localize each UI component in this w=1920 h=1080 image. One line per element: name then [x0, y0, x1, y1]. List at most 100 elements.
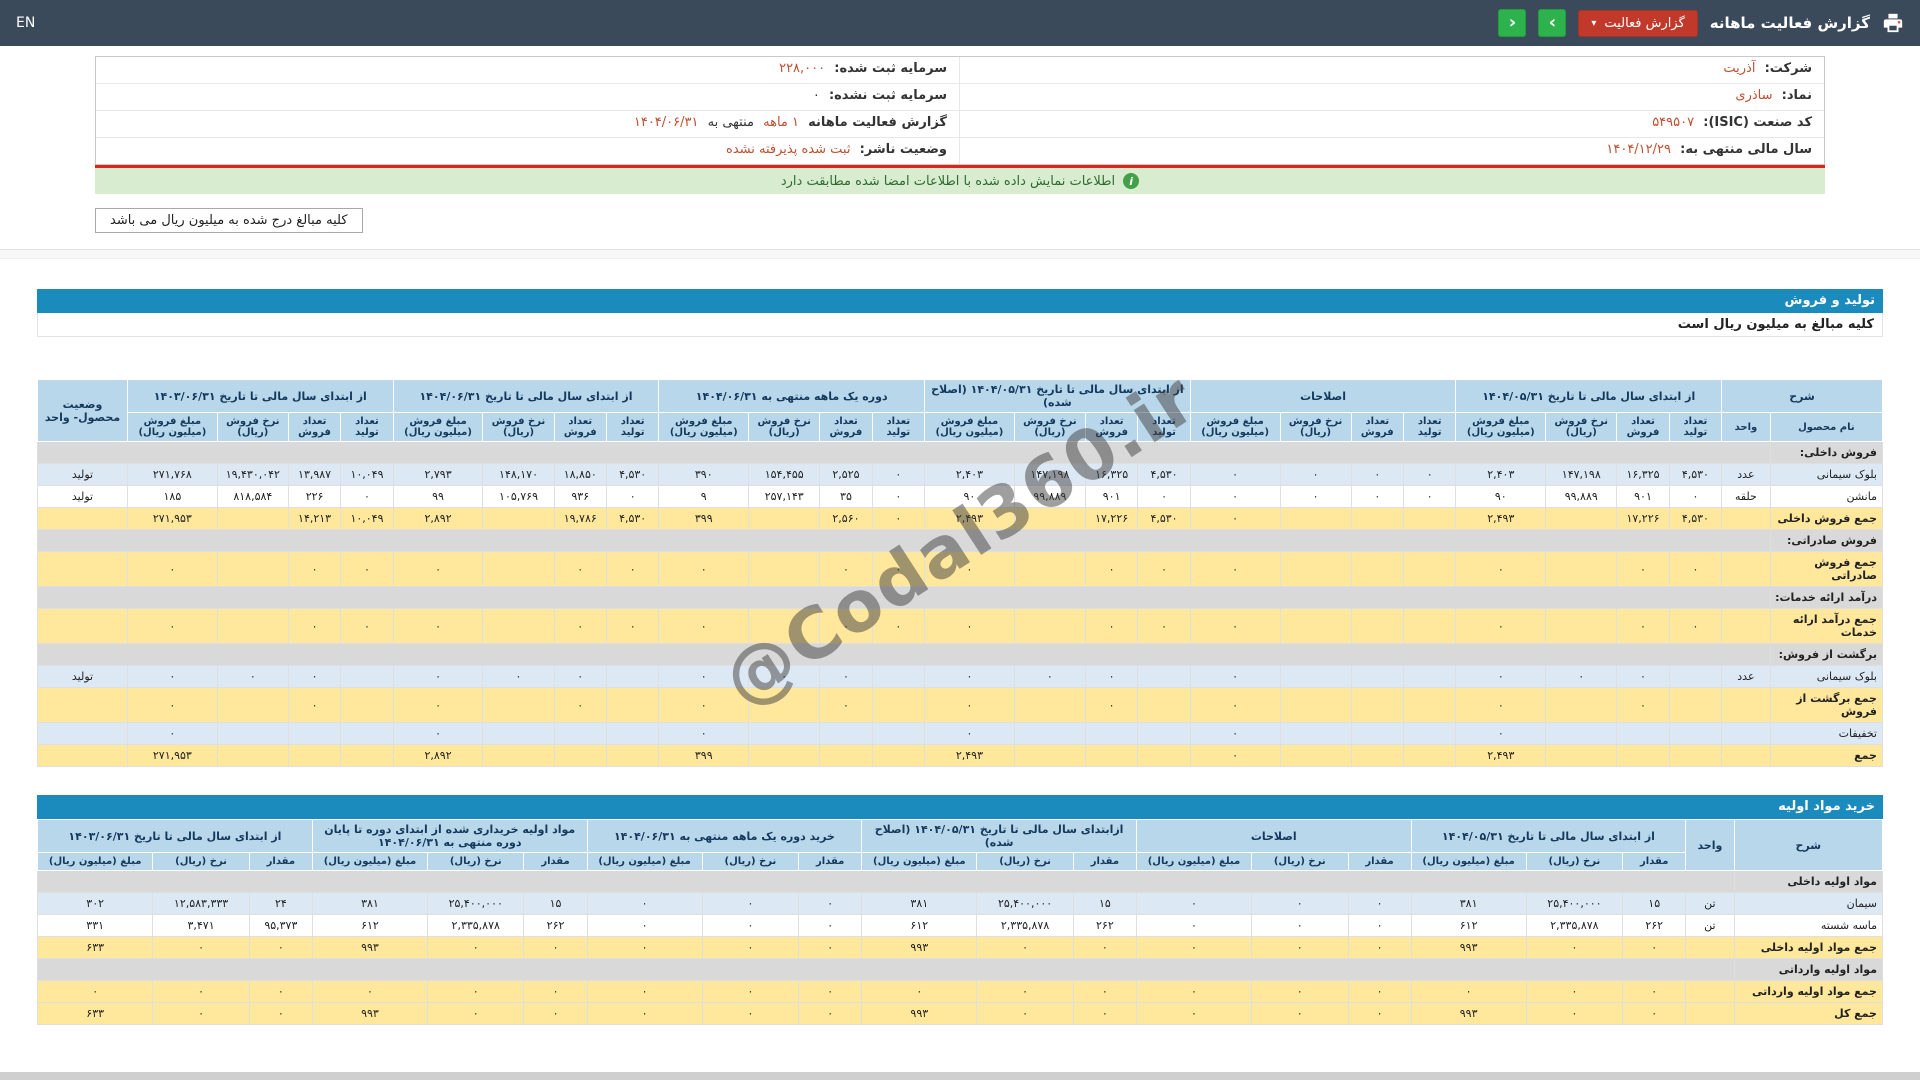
table-cell: ۰	[524, 1003, 587, 1025]
table-cell	[1546, 688, 1617, 723]
column-header: نرخ فروش (ریال)	[483, 413, 554, 442]
row-label: جمع درآمد ارائه خدمات	[1770, 609, 1882, 644]
column-header: نرخ (ریال)	[702, 853, 799, 871]
table-cell: ۰	[977, 981, 1074, 1003]
table-cell: ۰	[1617, 552, 1669, 587]
column-header: نرخ (ریال)	[153, 853, 250, 871]
table-cell	[217, 723, 288, 745]
table-cell	[483, 508, 554, 530]
table-cell	[554, 723, 606, 745]
table-cell: ۰	[288, 666, 340, 688]
table-cell: ۰	[1251, 1003, 1348, 1025]
table-cell	[341, 723, 393, 745]
table-cell	[606, 745, 658, 767]
table-cell: ۶۳۳	[38, 1003, 153, 1025]
row-label: بلوک سیمانی	[1770, 464, 1882, 486]
table-cell	[1014, 508, 1085, 530]
table-cell: ۰	[799, 981, 862, 1003]
table-cell: ۰	[38, 981, 153, 1003]
row-label: ماسه شسته	[1734, 915, 1882, 937]
table-cell	[1351, 552, 1403, 587]
table-cell: ۰	[1190, 508, 1280, 530]
unregistered-capital-cell: سرمایه ثبت نشده: ۰	[96, 84, 960, 110]
column-group-header: از ابتدای سال مالی تا تاریخ ۱۴۰۴/۰۵/۳۱ (…	[925, 380, 1191, 413]
table-cell: تولید	[38, 464, 128, 486]
table-cell: ۹۰۱	[1617, 486, 1669, 508]
table-cell: ۴,۵۳۰	[606, 464, 658, 486]
table-cell	[554, 745, 606, 767]
column-header: مبلغ فروش (میلیون ریال)	[1456, 413, 1546, 442]
language-switch[interactable]: EN	[16, 15, 35, 31]
chevron-down-icon: ▾	[1591, 18, 1596, 29]
table-cell: ۰	[702, 1003, 799, 1025]
table-cell: ۰	[820, 552, 872, 587]
table-cell: ۰	[341, 486, 393, 508]
table-cell: ۶۱۲	[312, 915, 427, 937]
next-report-button[interactable]: ›	[1538, 9, 1566, 37]
column-group-header: از ابتدای سال مالی تا تاریخ ۱۴۰۴/۰۶/۳۱	[393, 380, 659, 413]
table-cell	[1014, 688, 1085, 723]
table-cell: ۸۱۸,۵۸۴	[217, 486, 288, 508]
table-cell	[1138, 745, 1190, 767]
table-cell: ۹	[659, 486, 749, 508]
column-header: تعداد تولید	[1404, 413, 1456, 442]
table-cell: ۰	[872, 609, 924, 644]
table-cell: ۰	[925, 723, 1015, 745]
table-cell	[872, 723, 924, 745]
table-cell: ۰	[1526, 1003, 1623, 1025]
table-cell	[872, 666, 924, 688]
table-cell: ۰	[1190, 486, 1280, 508]
table-cell: ۹۰۱	[1085, 486, 1137, 508]
table-cell	[749, 745, 820, 767]
table-cell: ۰	[1073, 1003, 1136, 1025]
table-cell: ۱۵	[1623, 893, 1686, 915]
report-icon	[1882, 12, 1904, 34]
table-cell: ۹۳۶	[554, 486, 606, 508]
table-cell: ۰	[1190, 464, 1280, 486]
column-header: واحد	[1722, 413, 1771, 442]
prev-report-button[interactable]: ‹	[1498, 9, 1526, 37]
report-type-dropdown[interactable]: گزارش فعالیت ▾	[1578, 10, 1697, 37]
table-row: جمع فروش صادراتی۰۰۰۰۰۰۰۰۰۰۰۰۰۰۰۰	[38, 552, 1883, 587]
column-header: مبلغ فروش (میلیون ریال)	[393, 413, 483, 442]
table-cell	[749, 508, 820, 530]
table-cell	[1686, 981, 1734, 1003]
table-cell: ۰	[977, 937, 1074, 959]
table-cell: ۹۹۳	[312, 1003, 427, 1025]
registered-capital-value: ۲۲۸,۰۰۰	[779, 61, 825, 76]
table-cell: ۰	[127, 723, 217, 745]
table-cell: ۳۸۱	[312, 893, 427, 915]
table-cell: ۳۳۱	[38, 915, 153, 937]
column-header: نرخ (ریال)	[1251, 853, 1348, 871]
table-cell: ۴,۵۳۰	[606, 508, 658, 530]
table-cell: ۰	[1138, 486, 1190, 508]
table-cell	[1404, 688, 1456, 723]
table-cell: ۰	[1073, 937, 1136, 959]
section-title-raw-materials: خرید مواد اولیه	[37, 795, 1883, 819]
report-period-date: ۱۴۰۴/۰۶/۳۱	[634, 115, 699, 130]
fiscal-year-value: ۱۴۰۴/۱۲/۲۹	[1606, 142, 1671, 157]
row-label: تخفیفات	[1770, 723, 1882, 745]
table-cell: ۰	[925, 688, 1015, 723]
table-cell: ۹۵,۳۷۳	[249, 915, 312, 937]
table-row: ماسه شستهتن۲۶۲۲,۳۳۵,۸۷۸۶۱۲۰۰۰۲۶۲۲,۳۳۵,۸۷…	[38, 915, 1883, 937]
table-cell: ۲,۳۳۵,۸۷۸	[1526, 915, 1623, 937]
table-cell: ۰	[554, 609, 606, 644]
column-header: نرخ فروش (ریال)	[749, 413, 820, 442]
table-cell	[288, 723, 340, 745]
table-cell: ۹۹۳	[1411, 1003, 1526, 1025]
unregistered-capital-label: سرمایه ثبت نشده:	[829, 88, 947, 103]
table-cell: ۰	[1085, 666, 1137, 688]
column-header: تعداد تولید	[606, 413, 658, 442]
table-cell: ۲۵,۴۰۰,۰۰۰	[1526, 893, 1623, 915]
table-cell: ۰	[393, 609, 483, 644]
table-cell: ۴,۵۳۰	[1138, 464, 1190, 486]
table-cell: ۰	[1085, 609, 1137, 644]
table-cell: ۲۵,۴۰۰,۰۰۰	[977, 893, 1074, 915]
table-cell: ۰	[1136, 915, 1251, 937]
report-type-label: گزارش فعالیت	[1604, 16, 1684, 31]
table-cell: ۰	[1138, 609, 1190, 644]
table-cell: عدد	[1722, 666, 1771, 688]
company-name-cell: شرکت: آذریت	[960, 57, 1824, 83]
column-header: نام محصول	[1770, 413, 1882, 442]
